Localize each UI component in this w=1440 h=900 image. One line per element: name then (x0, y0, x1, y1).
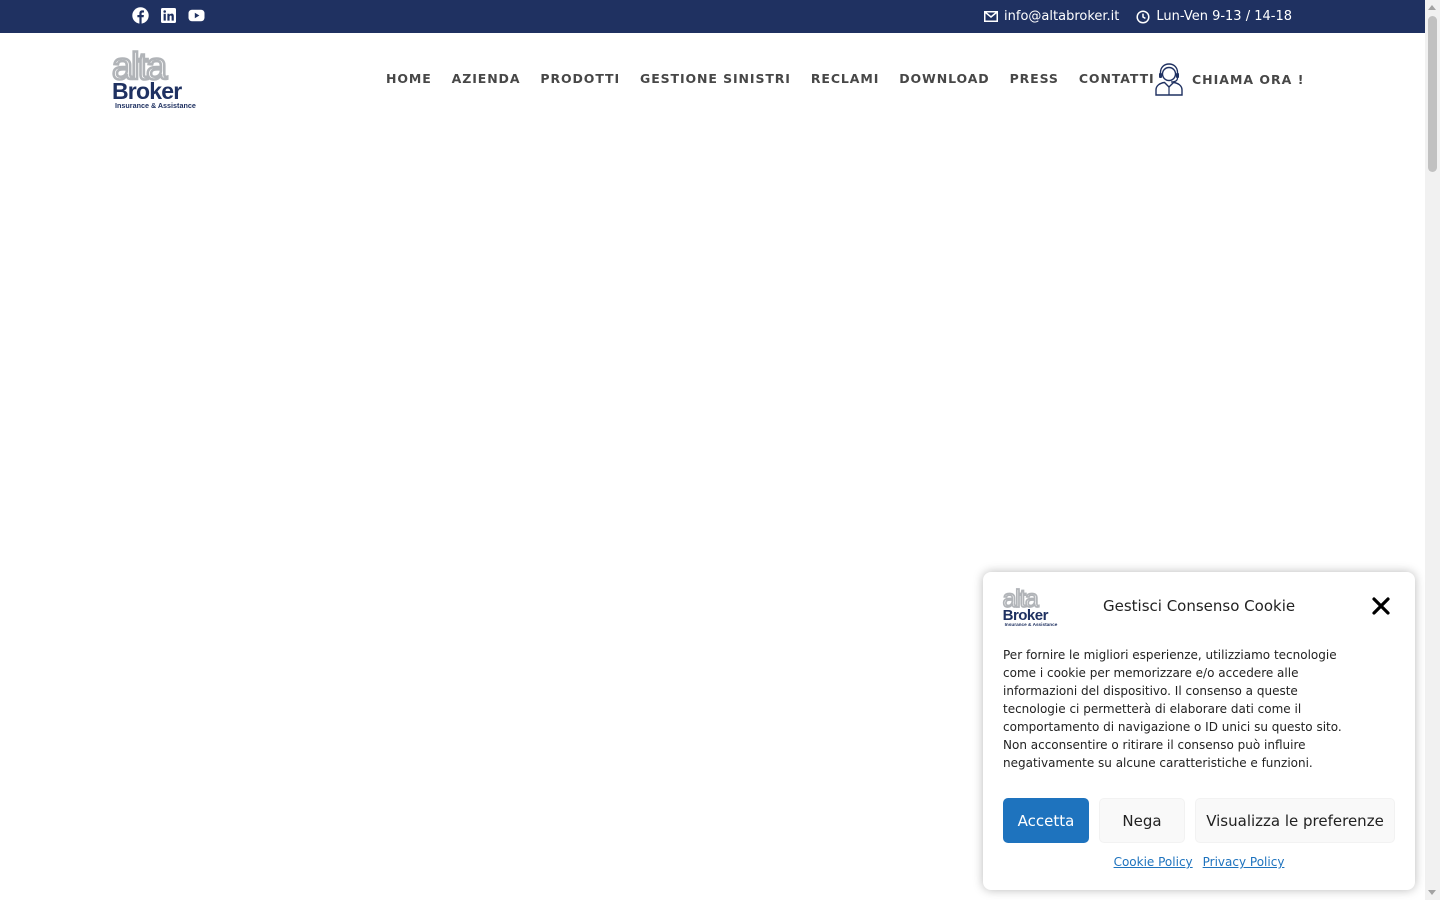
top-bar: info@altabroker.it Lun-Ven 9-13 / 14-18 (0, 0, 1425, 33)
cookie-banner-links: Cookie Policy Privacy Policy (983, 855, 1415, 869)
close-icon[interactable] (1371, 596, 1391, 616)
cookie-banner-message: Per fornire le migliori esperienze, util… (1003, 648, 1342, 770)
scroll-down-arrow-icon[interactable] (1428, 890, 1436, 895)
call-center-agent-icon (1155, 63, 1183, 96)
scrollbar-thumb[interactable] (1428, 16, 1437, 172)
mail-icon (984, 11, 999, 22)
nav-azienda[interactable]: AZIENDA (442, 34, 531, 124)
cookie-banner-actions: Accetta Nega Visualizza le preferenze (1003, 798, 1395, 843)
cookie-banner-logo: alta Broker Insurance & Assistance (1002, 586, 1058, 627)
clock-icon (1136, 9, 1150, 24)
email-text[interactable]: info@altabroker.it (1004, 9, 1119, 24)
top-hours: Lun-Ven 9-13 / 14-18 (1136, 9, 1292, 24)
main-nav: HOME AZIENDA PRODOTTI GESTIONE SINISTRI … (376, 33, 1165, 125)
view-preferences-button[interactable]: Visualizza le preferenze (1195, 798, 1395, 843)
top-email[interactable]: info@altabroker.it (984, 9, 1119, 24)
nav-press[interactable]: PRESS (1000, 34, 1069, 124)
logo-tagline: Insurance & Assistance (115, 101, 196, 110)
cookie-logo-tagline: Insurance & Assistance (1005, 622, 1058, 627)
scroll-up-arrow-icon[interactable] (1428, 5, 1436, 10)
site-header: alta Broker Insurance & Assistance HOME … (0, 33, 1425, 125)
cookie-banner-title: Gestisci Consenso Cookie (1103, 597, 1296, 615)
nav-home[interactable]: HOME (376, 34, 442, 124)
cookie-consent-banner: alta Broker Insurance & Assistance Gesti… (983, 572, 1415, 890)
top-contact-info: info@altabroker.it Lun-Ven 9-13 / 14-18 (984, 0, 1292, 33)
cookie-policy-link[interactable]: Cookie Policy (1114, 855, 1193, 869)
deny-button[interactable]: Nega (1099, 798, 1185, 843)
social-links (132, 7, 205, 24)
privacy-policy-link[interactable]: Privacy Policy (1203, 855, 1285, 869)
facebook-icon[interactable] (132, 7, 149, 24)
nav-gestione-sinistri[interactable]: GESTIONE SINISTRI (630, 34, 801, 124)
nav-contatti[interactable]: CONTATTI (1069, 34, 1165, 124)
call-now-label[interactable]: CHIAMA ORA ! (1192, 72, 1304, 87)
nav-prodotti[interactable]: PRODOTTI (530, 34, 630, 124)
accept-button[interactable]: Accetta (1003, 798, 1089, 843)
youtube-icon[interactable] (188, 7, 205, 24)
call-now-button[interactable]: CHIAMA ORA ! (1153, 62, 1304, 96)
linkedin-icon[interactable] (160, 7, 177, 24)
altabroker-logo[interactable]: alta Broker Insurance & Assistance (111, 47, 215, 111)
nav-reclami[interactable]: RECLAMI (801, 34, 889, 124)
page-scrollbar[interactable] (1425, 0, 1440, 900)
hours-text: Lun-Ven 9-13 / 14-18 (1156, 9, 1292, 24)
nav-download[interactable]: DOWNLOAD (889, 34, 999, 124)
